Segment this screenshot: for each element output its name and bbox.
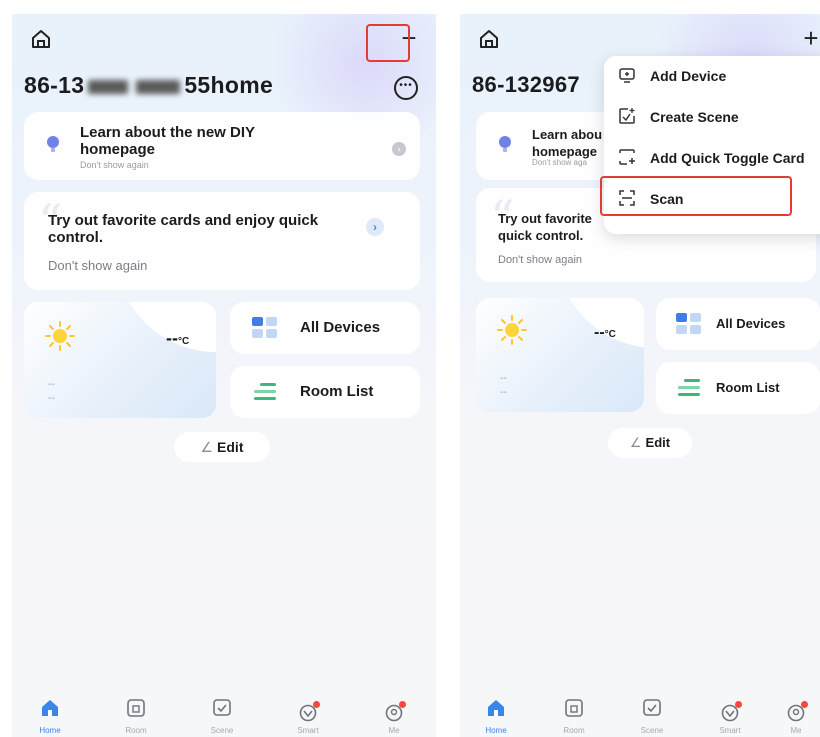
- sun-icon: [497, 315, 527, 345]
- tab-scene-label: Scene: [640, 726, 664, 735]
- home-icon[interactable]: [30, 28, 52, 50]
- notification-badge: [399, 701, 406, 708]
- room-list-button[interactable]: Room List: [656, 362, 820, 414]
- chevron-right-icon[interactable]: ›: [366, 218, 384, 236]
- notification-badge: [735, 701, 742, 708]
- favorite-card-dismiss[interactable]: Don't show again: [48, 258, 147, 273]
- home-name[interactable]: 86-132967: [472, 72, 580, 98]
- tab-room-label: Room: [563, 726, 585, 735]
- grid-icon: [252, 317, 277, 338]
- scene-tab-icon: [643, 699, 661, 716]
- tab-room[interactable]: Room: [544, 699, 604, 735]
- temperature-value: --°C: [594, 324, 616, 341]
- tab-scene-label: Scene: [210, 726, 234, 735]
- create-scene-icon: [619, 108, 635, 124]
- tab-smart[interactable]: Smart: [700, 701, 760, 735]
- tab-scene[interactable]: Scene: [192, 699, 252, 735]
- room-list-label: Room List: [300, 383, 374, 400]
- home-name-prefix: 86-13: [24, 72, 85, 98]
- tab-me-label: Me: [790, 726, 802, 735]
- tab-room[interactable]: Room: [106, 699, 166, 735]
- tab-room-label: Room: [125, 726, 147, 735]
- notification-badge: [313, 701, 320, 708]
- add-button[interactable]: +: [796, 24, 820, 54]
- quick-toggle-icon: [619, 149, 635, 165]
- room-list-label: Room List: [716, 380, 780, 395]
- menu-item-add-device[interactable]: Add Device: [604, 56, 820, 96]
- all-devices-button[interactable]: All Devices: [230, 302, 420, 354]
- pencil-icon: ∠: [200, 439, 214, 455]
- edit-button[interactable]: ∠ Edit: [608, 428, 692, 458]
- home-icon[interactable]: [478, 28, 500, 50]
- tab-smart[interactable]: Smart: [278, 701, 338, 735]
- tip-card-arrow-icon[interactable]: ›: [392, 142, 406, 156]
- tab-home[interactable]: Home: [466, 699, 526, 735]
- redacted-text: [88, 79, 129, 94]
- tab-smart-label: Smart: [719, 726, 741, 735]
- temperature-value: --°C: [166, 328, 190, 348]
- tab-me-label: Me: [388, 726, 400, 735]
- menu-item-label: Add Device: [650, 68, 727, 84]
- edit-button[interactable]: ∠ Edit: [174, 432, 270, 462]
- weather-card[interactable]: --°C -- --: [24, 302, 216, 418]
- lightbulb-icon: [47, 136, 59, 152]
- home-tab-icon: [42, 700, 58, 716]
- lightbulb-icon: [499, 136, 511, 152]
- tip-card-dismiss[interactable]: Don't show aga: [532, 158, 587, 167]
- home-name[interactable]: 86-13 55home: [24, 72, 273, 99]
- room-tab-icon: [127, 699, 145, 717]
- list-icon: [254, 383, 276, 400]
- tab-home-label: Home: [39, 726, 61, 735]
- left-screen: + 86-13 55home ••• Learn about the new DI…: [12, 14, 436, 737]
- room-tab-icon: [565, 699, 583, 717]
- more-options-icon[interactable]: •••: [394, 76, 418, 100]
- pencil-icon: ∠: [629, 435, 642, 450]
- add-device-icon: [619, 68, 635, 83]
- all-devices-button[interactable]: All Devices: [656, 298, 820, 350]
- weather-card[interactable]: --°C -- --: [476, 298, 644, 412]
- tip-card[interactable]: Learn about the new DIY homepage Don't s…: [24, 112, 420, 180]
- weather-details: -- --: [48, 379, 55, 404]
- tab-home[interactable]: Home: [20, 699, 80, 735]
- tab-bar: Home Room Scene Smart Me: [460, 697, 820, 737]
- menu-item-label: Add Quick Toggle Card: [650, 150, 805, 166]
- grid-icon: [676, 313, 701, 334]
- tip-card-title: Learn abou homepage: [532, 127, 603, 159]
- edit-label: Edit: [217, 439, 244, 455]
- tab-me[interactable]: Me: [766, 701, 820, 735]
- all-devices-label: All Devices: [716, 316, 786, 331]
- notification-badge: [801, 701, 808, 708]
- scan-highlight: [600, 176, 792, 216]
- home-name-suffix: 55home: [184, 72, 274, 98]
- favorite-cards-card[interactable]: “ Try out favorite cards and enjoy quick…: [24, 192, 420, 290]
- tab-me[interactable]: Me: [364, 701, 424, 735]
- tab-scene[interactable]: Scene: [622, 699, 682, 735]
- scene-tab-icon: [213, 699, 231, 716]
- list-icon: [678, 379, 700, 396]
- tip-card-dismiss[interactable]: Don't show again: [80, 160, 149, 170]
- menu-item-create-scene[interactable]: Create Scene: [604, 97, 820, 137]
- favorite-card-title: Try out favorite quick control.: [498, 211, 592, 243]
- edit-label: Edit: [645, 435, 671, 450]
- all-devices-label: All Devices: [300, 319, 381, 336]
- favorite-card-dismiss[interactable]: Don't show again: [498, 254, 582, 266]
- tab-bar: Home Room Scene Smart Me: [12, 697, 436, 737]
- add-button-highlight: [366, 24, 410, 62]
- menu-item-add-quick-toggle-card[interactable]: Add Quick Toggle Card: [604, 138, 820, 178]
- redacted-text: [136, 79, 181, 94]
- tab-smart-label: Smart: [297, 726, 319, 735]
- weather-details: -- --: [500, 373, 507, 398]
- home-tab-icon: [488, 700, 504, 716]
- favorite-card-title: Try out favorite cards and enjoy quick c…: [48, 212, 319, 246]
- right-screen: + 86-132967 Learn abou homepage Don't sh…: [460, 14, 820, 737]
- tab-home-label: Home: [485, 726, 507, 735]
- tip-card-title: Learn about the new DIY homepage: [80, 124, 255, 158]
- room-list-button[interactable]: Room List: [230, 366, 420, 418]
- menu-item-label: Create Scene: [650, 109, 739, 125]
- sun-icon: [45, 321, 75, 351]
